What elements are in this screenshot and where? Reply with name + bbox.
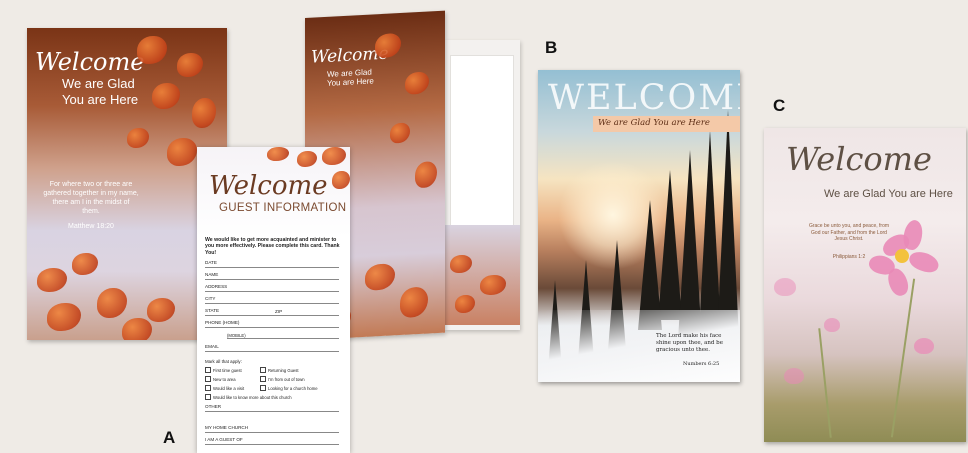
card-a-welcome: Welcome: [35, 48, 145, 76]
field-mobile: (MOBILE): [227, 333, 339, 339]
field-other: OTHER: [205, 404, 339, 412]
guest-card-welcome: Welcome: [209, 171, 328, 201]
card-c-welcome-card: Welcome We are Glad You are Here Grace b…: [764, 128, 966, 442]
card-b-subtitle: We are Glad You are Here: [598, 118, 710, 128]
card-a-line1: We are Glad: [62, 76, 135, 91]
checkbox-know-more: Would like to know more about this churc…: [205, 394, 292, 400]
checkbox-out-of-town: I'm from out of town: [260, 376, 305, 382]
card-c-subtitle: We are Glad You are Here: [824, 188, 953, 200]
field-city: CITY: [205, 296, 339, 304]
label-b: B: [545, 38, 558, 57]
checkbox-new-to-area: New to area: [205, 376, 236, 382]
guest-card-title: GUEST INFORMATION: [219, 202, 347, 214]
card-b-verse: The Lord make his face shine upon thee, …: [656, 333, 723, 353]
field-email: EMAIL: [205, 344, 339, 352]
field-address: ADDRESS: [205, 284, 339, 292]
field-date: DATE: [205, 260, 339, 268]
checkbox-would-like-visit: Would like a visit: [205, 385, 244, 391]
field-phone: PHONE (HOME): [205, 320, 339, 328]
guest-card-intro: We would like to get more acquainted and…: [205, 237, 340, 256]
checkbox-returning: Returning Guest: [260, 367, 299, 373]
card-c-title: Welcome: [786, 140, 932, 178]
card-a-verse: For where two or three are gathered toge…: [43, 181, 139, 215]
card-b-reference: Numbers 6:25: [683, 361, 720, 367]
card-a-reference: Matthew 18:20: [68, 223, 114, 230]
checkbox-church-home: Looking for a church home: [260, 385, 318, 391]
label-c: C: [773, 96, 786, 115]
field-zip: ZIP: [275, 309, 283, 314]
mark-all-label: Mark all that apply:: [205, 359, 242, 364]
card-c-verse: Grace be unto you, and peace, from God o…: [808, 223, 890, 242]
card-b-welcome-card: WELCOME We are Glad You are Here The Lor…: [538, 70, 740, 382]
card-b-title: WELCOME: [548, 78, 740, 118]
field-home-church: MY HOME CHURCH: [205, 425, 339, 433]
label-a: A: [163, 428, 176, 447]
checkbox-first-time: First time guest: [205, 367, 242, 373]
folder-pocket: [440, 225, 520, 325]
field-guest-of: I AM A GUEST OF: [205, 437, 339, 445]
guest-information-card: Welcome GUEST INFORMATION We would like …: [197, 147, 350, 453]
folder-line2: You are Here: [327, 76, 374, 88]
field-state: STATE: [205, 308, 339, 316]
card-a-line2: You are Here: [62, 92, 139, 107]
field-name: NAME: [205, 272, 339, 280]
